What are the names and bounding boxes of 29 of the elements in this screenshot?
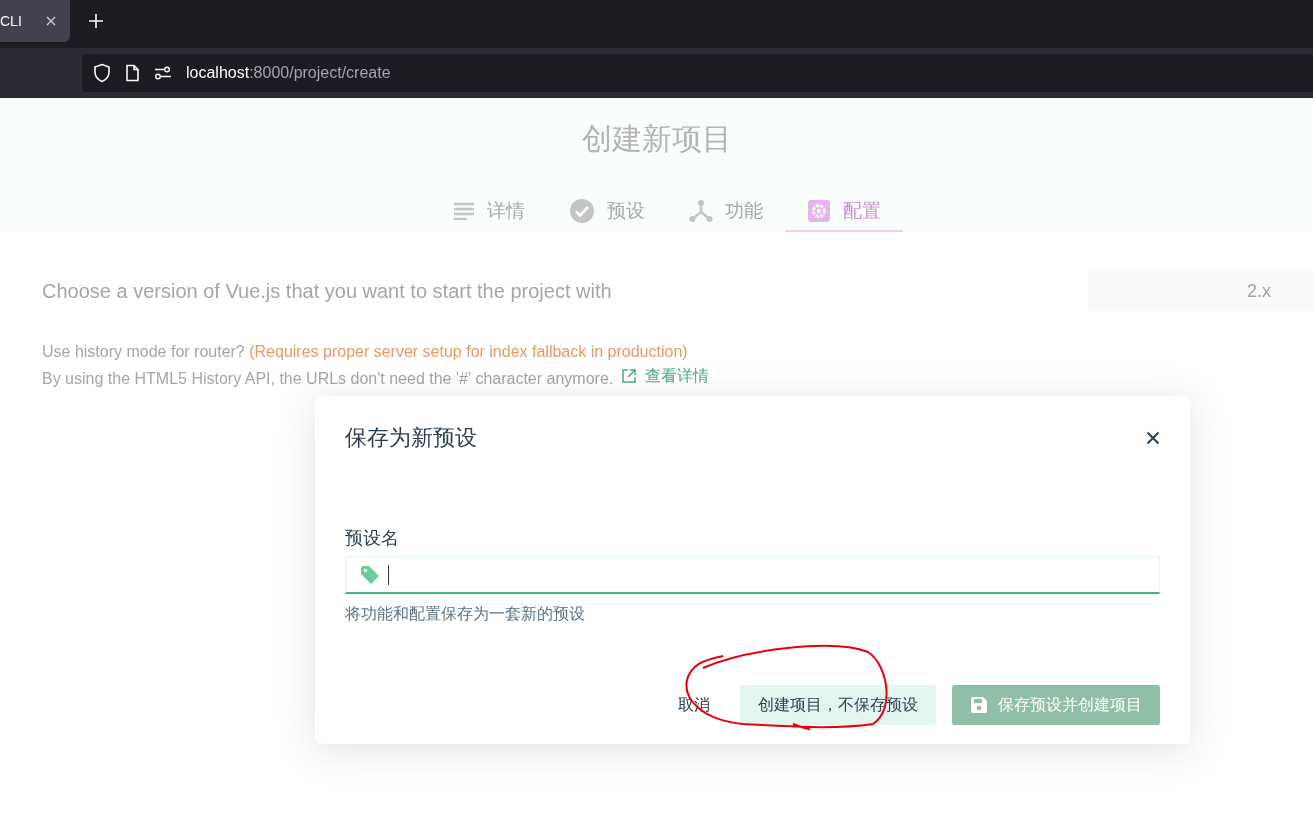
- preset-name-field[interactable]: [345, 556, 1160, 594]
- close-icon[interactable]: [1146, 431, 1160, 445]
- new-tab-icon[interactable]: [88, 13, 104, 29]
- details-link[interactable]: 查看详情: [621, 364, 710, 388]
- step-tab[interactable]: 功能: [666, 192, 785, 232]
- permissions-icon[interactable]: [154, 66, 172, 80]
- page-title: 创建新项目: [581, 121, 732, 157]
- list-icon: [452, 202, 475, 220]
- gear-icon: [806, 199, 831, 223]
- field-label: 预设名: [345, 527, 400, 550]
- url-text: localhost:8000/project/create: [186, 64, 391, 82]
- history-mode-label: Use history mode for router? (Requires proper server setup for index fallback in production): [42, 342, 689, 362]
- check-circle-icon: [568, 198, 595, 224]
- version-select[interactable]: 2.x: [1088, 271, 1313, 311]
- dialog-title: 保存为新预设: [345, 424, 477, 452]
- step-tab[interactable]: 配置: [784, 192, 903, 232]
- page-icon: [125, 64, 140, 82]
- step-tab[interactable]: 详情: [430, 192, 547, 232]
- cancel-button[interactable]: 取消: [664, 685, 724, 725]
- version-question: Choose a version of Vue.js that you want to start the project with: [42, 279, 612, 303]
- tag-icon: [360, 564, 380, 585]
- history-mode-description: By using the HTML5 History API, the URLs don't need the '#' character anymore.: [42, 370, 614, 387]
- fork-icon: [688, 199, 713, 223]
- shield-icon[interactable]: [93, 63, 111, 83]
- field-hint: 将功能和配置保存为一套新的预设: [345, 604, 586, 624]
- browser-tab[interactable]: CLI: [0, 0, 70, 42]
- step-tab[interactable]: 预设: [546, 192, 667, 232]
- address-bar[interactable]: localhost:8000/project/create: [82, 54, 1313, 92]
- external-link-icon: [621, 368, 638, 384]
